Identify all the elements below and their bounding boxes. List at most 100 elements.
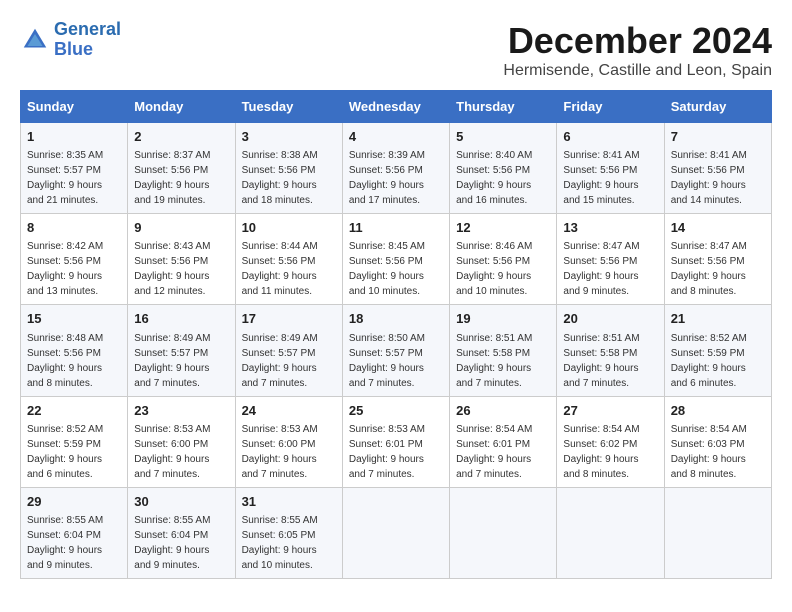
day-cell: 11 Sunrise: 8:45 AM Sunset: 5:56 PM Dayli… xyxy=(342,214,449,305)
header-cell-friday: Friday xyxy=(557,91,664,123)
day-info: Sunrise: 8:47 AM Sunset: 5:56 PM Dayligh… xyxy=(671,239,765,299)
day-cell xyxy=(664,487,771,578)
day-number: 6 xyxy=(563,128,657,146)
day-number: 24 xyxy=(242,402,336,420)
day-cell: 28Sunrise: 8:54 AM Sunset: 6:03 PM Dayli… xyxy=(664,396,771,487)
day-cell: 5 Sunrise: 8:40 AM Sunset: 5:56 PM Daylig… xyxy=(450,123,557,214)
day-cell: 24Sunrise: 8:53 AM Sunset: 6:00 PM Dayli… xyxy=(235,396,342,487)
day-number: 28 xyxy=(671,402,765,420)
day-number: 26 xyxy=(456,402,550,420)
day-cell: 19 Sunrise: 8:51 AM Sunset: 5:58 PM Dayli… xyxy=(450,305,557,396)
day-cell: 1Sunrise: 8:35 AM Sunset: 5:57 PM Daylig… xyxy=(21,123,128,214)
week-row-5: 29Sunrise: 8:55 AM Sunset: 6:04 PM Dayli… xyxy=(21,487,772,578)
day-cell: 14 Sunrise: 8:47 AM Sunset: 5:56 PM Dayli… xyxy=(664,214,771,305)
day-cell: 4Sunrise: 8:39 AM Sunset: 5:56 PM Daylig… xyxy=(342,123,449,214)
day-info: Sunrise: 8:41 AM Sunset: 5:56 PM Dayligh… xyxy=(563,148,657,208)
day-info: Sunrise: 8:51 AM Sunset: 5:58 PM Dayligh… xyxy=(563,331,657,391)
day-number: 2 xyxy=(134,128,228,146)
day-number: 15 xyxy=(27,310,121,328)
day-cell xyxy=(557,487,664,578)
header-row: SundayMondayTuesdayWednesdayThursdayFrid… xyxy=(21,91,772,123)
day-info: Sunrise: 8:50 AM Sunset: 5:57 PM Dayligh… xyxy=(349,331,443,391)
day-cell: 25 Sunrise: 8:53 AM Sunset: 6:01 PM Dayli… xyxy=(342,396,449,487)
day-cell: 9 Sunrise: 8:43 AM Sunset: 5:56 PM Daylig… xyxy=(128,214,235,305)
day-cell: 21Sunrise: 8:52 AM Sunset: 5:59 PM Dayli… xyxy=(664,305,771,396)
day-cell: 2 Sunrise: 8:37 AM Sunset: 5:56 PM Daylig… xyxy=(128,123,235,214)
day-number: 14 xyxy=(671,219,765,237)
day-number: 3 xyxy=(242,128,336,146)
day-cell xyxy=(450,487,557,578)
day-number: 16 xyxy=(134,310,228,328)
day-cell: 27 Sunrise: 8:54 AM Sunset: 6:02 PM Dayli… xyxy=(557,396,664,487)
day-info: Sunrise: 8:49 AM Sunset: 5:57 PM Dayligh… xyxy=(134,331,228,391)
title-area: December 2024 Hermisende, Castille and L… xyxy=(503,20,772,80)
subtitle: Hermisende, Castille and Leon, Spain xyxy=(503,62,772,80)
day-number: 13 xyxy=(563,219,657,237)
day-info: Sunrise: 8:46 AM Sunset: 5:56 PM Dayligh… xyxy=(456,239,550,299)
week-row-2: 8 Sunrise: 8:42 AM Sunset: 5:56 PM Daylig… xyxy=(21,214,772,305)
logo-general: General xyxy=(54,19,121,39)
day-info: Sunrise: 8:39 AM Sunset: 5:56 PM Dayligh… xyxy=(349,148,443,208)
day-number: 11 xyxy=(349,219,443,237)
day-info: Sunrise: 8:53 AM Sunset: 6:00 PM Dayligh… xyxy=(134,422,228,482)
day-number: 22 xyxy=(27,402,121,420)
day-info: Sunrise: 8:55 AM Sunset: 6:04 PM Dayligh… xyxy=(27,513,121,573)
day-cell: 26 Sunrise: 8:54 AM Sunset: 6:01 PM Dayli… xyxy=(450,396,557,487)
month-title: December 2024 xyxy=(503,20,772,62)
day-info: Sunrise: 8:54 AM Sunset: 6:02 PM Dayligh… xyxy=(563,422,657,482)
day-info: Sunrise: 8:53 AM Sunset: 6:01 PM Dayligh… xyxy=(349,422,443,482)
day-info: Sunrise: 8:40 AM Sunset: 5:56 PM Dayligh… xyxy=(456,148,550,208)
logo: General Blue xyxy=(20,20,121,60)
day-info: Sunrise: 8:54 AM Sunset: 6:01 PM Dayligh… xyxy=(456,422,550,482)
header: General Blue December 2024 Hermisende, C… xyxy=(20,20,772,80)
day-cell: 13 Sunrise: 8:47 AM Sunset: 5:56 PM Dayli… xyxy=(557,214,664,305)
day-info: Sunrise: 8:49 AM Sunset: 5:57 PM Dayligh… xyxy=(242,331,336,391)
day-number: 23 xyxy=(134,402,228,420)
day-number: 31 xyxy=(242,493,336,511)
day-number: 7 xyxy=(671,128,765,146)
day-number: 12 xyxy=(456,219,550,237)
day-cell: 29Sunrise: 8:55 AM Sunset: 6:04 PM Dayli… xyxy=(21,487,128,578)
day-cell: 12 Sunrise: 8:46 AM Sunset: 5:56 PM Dayli… xyxy=(450,214,557,305)
day-info: Sunrise: 8:47 AM Sunset: 5:56 PM Dayligh… xyxy=(563,239,657,299)
day-cell: 30Sunrise: 8:55 AM Sunset: 6:04 PM Dayli… xyxy=(128,487,235,578)
day-info: Sunrise: 8:43 AM Sunset: 5:56 PM Dayligh… xyxy=(134,239,228,299)
header-cell-tuesday: Tuesday xyxy=(235,91,342,123)
day-cell: 18 Sunrise: 8:50 AM Sunset: 5:57 PM Dayli… xyxy=(342,305,449,396)
day-cell: 10 Sunrise: 8:44 AM Sunset: 5:56 PM Dayli… xyxy=(235,214,342,305)
day-number: 9 xyxy=(134,219,228,237)
day-info: Sunrise: 8:37 AM Sunset: 5:56 PM Dayligh… xyxy=(134,148,228,208)
day-cell: 16 Sunrise: 8:49 AM Sunset: 5:57 PM Dayli… xyxy=(128,305,235,396)
week-row-3: 15 Sunrise: 8:48 AM Sunset: 5:56 PM Dayli… xyxy=(21,305,772,396)
day-info: Sunrise: 8:38 AM Sunset: 5:56 PM Dayligh… xyxy=(242,148,336,208)
day-info: Sunrise: 8:55 AM Sunset: 6:05 PM Dayligh… xyxy=(242,513,336,573)
day-cell: 6 Sunrise: 8:41 AM Sunset: 5:56 PM Daylig… xyxy=(557,123,664,214)
week-row-1: 1Sunrise: 8:35 AM Sunset: 5:57 PM Daylig… xyxy=(21,123,772,214)
day-cell: 15 Sunrise: 8:48 AM Sunset: 5:56 PM Dayli… xyxy=(21,305,128,396)
logo-blue: Blue xyxy=(54,39,93,59)
week-row-4: 22Sunrise: 8:52 AM Sunset: 5:59 PM Dayli… xyxy=(21,396,772,487)
day-info: Sunrise: 8:44 AM Sunset: 5:56 PM Dayligh… xyxy=(242,239,336,299)
day-info: Sunrise: 8:42 AM Sunset: 5:56 PM Dayligh… xyxy=(27,239,121,299)
day-number: 10 xyxy=(242,219,336,237)
day-number: 25 xyxy=(349,402,443,420)
day-number: 18 xyxy=(349,310,443,328)
day-cell: 3 Sunrise: 8:38 AM Sunset: 5:56 PM Daylig… xyxy=(235,123,342,214)
day-info: Sunrise: 8:51 AM Sunset: 5:58 PM Dayligh… xyxy=(456,331,550,391)
day-cell: 23 Sunrise: 8:53 AM Sunset: 6:00 PM Dayli… xyxy=(128,396,235,487)
day-cell: 20Sunrise: 8:51 AM Sunset: 5:58 PM Dayli… xyxy=(557,305,664,396)
day-info: Sunrise: 8:48 AM Sunset: 5:56 PM Dayligh… xyxy=(27,331,121,391)
day-number: 5 xyxy=(456,128,550,146)
header-cell-sunday: Sunday xyxy=(21,91,128,123)
day-number: 8 xyxy=(27,219,121,237)
day-info: Sunrise: 8:45 AM Sunset: 5:56 PM Dayligh… xyxy=(349,239,443,299)
day-info: Sunrise: 8:52 AM Sunset: 5:59 PM Dayligh… xyxy=(671,331,765,391)
day-cell: 7Sunrise: 8:41 AM Sunset: 5:56 PM Daylig… xyxy=(664,123,771,214)
day-number: 19 xyxy=(456,310,550,328)
header-cell-wednesday: Wednesday xyxy=(342,91,449,123)
header-cell-monday: Monday xyxy=(128,91,235,123)
day-number: 27 xyxy=(563,402,657,420)
day-cell: 17Sunrise: 8:49 AM Sunset: 5:57 PM Dayli… xyxy=(235,305,342,396)
day-number: 1 xyxy=(27,128,121,146)
day-cell: 31 Sunrise: 8:55 AM Sunset: 6:05 PM Dayli… xyxy=(235,487,342,578)
